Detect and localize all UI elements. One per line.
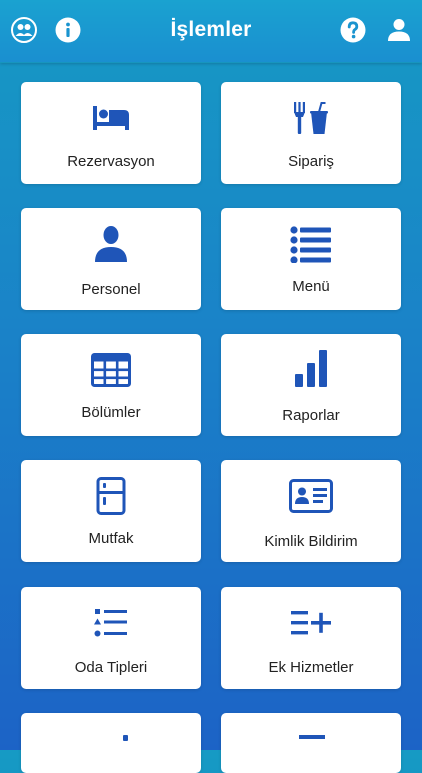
menu-card-raporlar[interactable]: Raporlar	[221, 334, 401, 436]
menu-card-label: Menü	[292, 278, 330, 295]
menu-card-label: Ek Hizmetler	[268, 659, 354, 676]
menu-card-personel[interactable]: Personel	[21, 208, 201, 310]
list-add-icon	[291, 611, 331, 635]
person-icon	[95, 226, 127, 262]
help-icon[interactable]	[338, 15, 368, 45]
menu-card-rezervasyon[interactable]: Rezervasyon	[21, 82, 201, 184]
menu-card-kimlik-bildirim[interactable]: Kimlik Bildirim	[221, 460, 401, 562]
menu-card-label: Oda Tipleri	[74, 659, 148, 676]
menu-card-menu[interactable]: Menü	[221, 208, 401, 310]
menu-card-bolumler[interactable]: Bölümler	[21, 334, 201, 436]
id-card-icon	[289, 479, 333, 513]
menu-card-label: Rezervasyon	[67, 153, 155, 170]
menu-card-mutfak[interactable]: Mutfak	[21, 460, 201, 562]
user-icon[interactable]	[384, 15, 414, 45]
menu-card-partial[interactable]	[221, 713, 401, 773]
menu-card-label: Mutfak	[88, 530, 134, 547]
menu-card-oda-tipleri[interactable]: Oda Tipleri	[21, 587, 201, 689]
food-drink-icon	[294, 102, 328, 134]
bar-chart-icon	[295, 350, 327, 387]
menu-card-label: Raporlar	[282, 407, 340, 424]
partial-icon	[123, 735, 128, 741]
bed-icon	[93, 106, 129, 130]
top-bar: İşlemler	[0, 0, 422, 63]
shapes-list-icon	[94, 609, 127, 637]
menu-card-siparis[interactable]: Sipariş	[221, 82, 401, 184]
menu-card-label: Kimlik Bildirim	[264, 533, 358, 550]
partial-icon	[299, 735, 325, 739]
grid-table-icon	[91, 353, 131, 387]
menu-card-ek-hizmetler[interactable]: Ek Hizmetler	[221, 587, 401, 689]
menu-card-label: Bölümler	[81, 404, 141, 421]
menu-card-label: Sipariş	[288, 153, 334, 170]
list-icon	[290, 226, 331, 263]
fridge-icon	[96, 477, 126, 515]
menu-card-label: Personel	[81, 281, 141, 298]
menu-card-partial[interactable]	[21, 713, 201, 773]
